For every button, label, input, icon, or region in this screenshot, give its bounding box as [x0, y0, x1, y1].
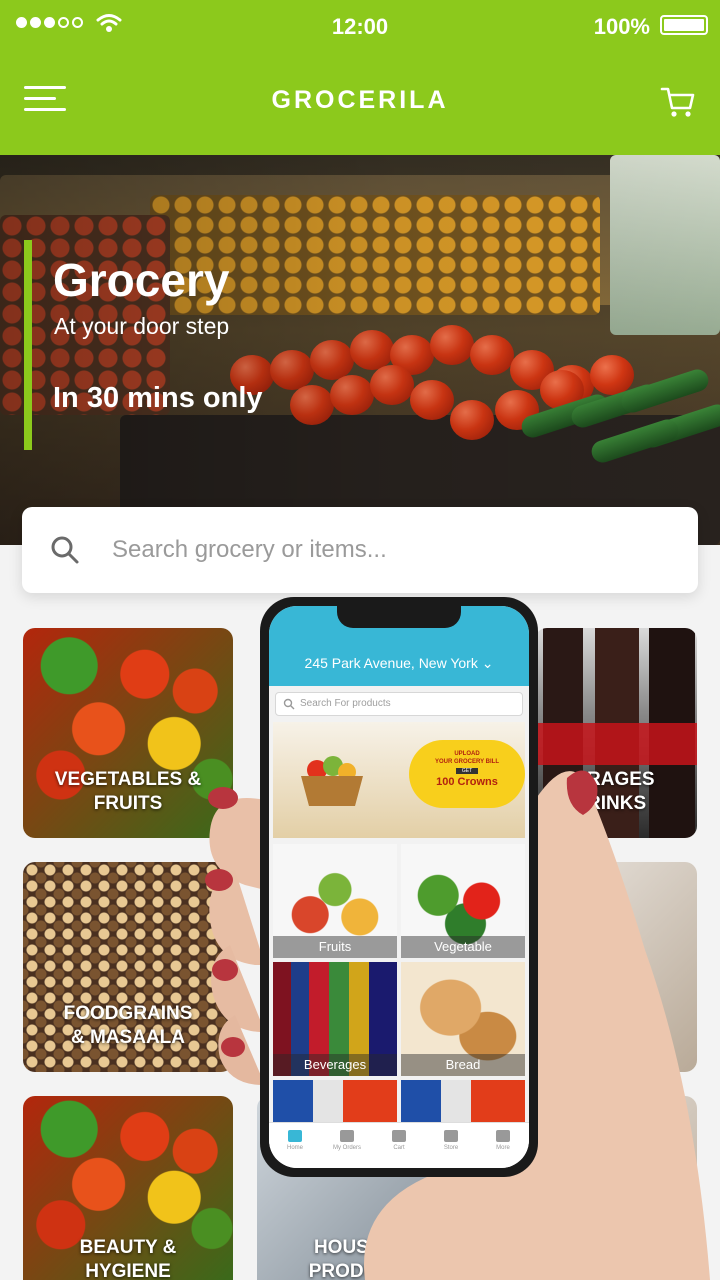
- shopping-cart-icon[interactable]: [660, 84, 696, 120]
- phone-nav-label: My Orders: [332, 1145, 361, 1151]
- phone-address: 245 Park Avenue, New York: [304, 655, 478, 671]
- phone-tile-label: Vegetable: [401, 936, 525, 958]
- battery-icon: [660, 15, 708, 35]
- phone-tile-bread[interactable]: Bread: [401, 962, 525, 1076]
- app-title: GROCERILA: [271, 86, 449, 114]
- category-label: BEAUTY &: [79, 1237, 177, 1258]
- phone-nav-store[interactable]: Store: [425, 1123, 477, 1168]
- chevron-down-icon: ⌄: [481, 655, 494, 671]
- phone-nav-label: Store: [443, 1145, 459, 1151]
- category-label: FRUITS: [93, 793, 163, 814]
- promo-line: 100 Crowns: [436, 776, 498, 788]
- basket-icon: [301, 756, 363, 806]
- phone-address-selector[interactable]: 245 Park Avenue, New York ⌄: [269, 655, 529, 672]
- search-bar[interactable]: [22, 507, 698, 593]
- promo-badge: UPLOAD YOUR GROCERY BILL GET 100 Crowns: [409, 740, 525, 808]
- search-icon: [283, 698, 295, 710]
- hero-banner[interactable]: Grocery At your door step In 30 mins onl…: [0, 155, 720, 545]
- phone-nav-label: More: [496, 1145, 510, 1151]
- hero-tagline: In 30 mins only: [53, 382, 263, 414]
- battery-percentage: 100%: [593, 14, 650, 39]
- phone-nav-home[interactable]: Home: [269, 1123, 321, 1168]
- hero-title: Grocery: [53, 254, 230, 306]
- category-beauty-hygiene[interactable]: BEAUTY & HYGIENE: [23, 1096, 233, 1280]
- phone-screen: 245 Park Avenue, New York ⌄ Search For p…: [269, 606, 529, 1168]
- phone-promo-banner[interactable]: UPLOAD YOUR GROCERY BILL GET 100 Crowns: [273, 722, 525, 838]
- tag-icon: [444, 1130, 458, 1142]
- promo-line: YOUR GROCERY BILL: [434, 759, 499, 765]
- hero-accent-bar: [24, 240, 32, 450]
- phone-nav-label: Home: [286, 1145, 303, 1151]
- phone-mockup: 245 Park Avenue, New York ⌄ Search For p…: [260, 597, 538, 1177]
- phone-tile-fruits[interactable]: Fruits: [273, 844, 397, 958]
- phone-tile-label: Fruits: [273, 936, 397, 958]
- phone-search-placeholder: Search For products: [300, 698, 391, 709]
- phone-tile-label: Bread: [401, 1054, 525, 1076]
- phone-nav-label: Cart: [393, 1145, 405, 1151]
- phone-bottom-nav: Home My Orders Cart Store More: [269, 1122, 529, 1168]
- more-icon: [496, 1130, 510, 1142]
- search-input[interactable]: [112, 529, 672, 571]
- phone-nav-my-orders[interactable]: My Orders: [321, 1123, 373, 1168]
- app-header: 12:00 100% GROCERILA: [0, 0, 720, 155]
- category-foodgrains-masaala[interactable]: FOODGRAINS & MASAALA: [23, 862, 233, 1072]
- phone-tile-vegetable[interactable]: Vegetable: [401, 844, 525, 958]
- promo-line: UPLOAD: [454, 751, 480, 757]
- status-bar: 12:00 100%: [0, 0, 720, 52]
- cart-icon: [392, 1130, 406, 1142]
- category-label: HYGIENE: [85, 1261, 171, 1280]
- phone-search-bar[interactable]: Search For products: [275, 692, 523, 716]
- phone-nav-more[interactable]: More: [477, 1123, 529, 1168]
- category-label: & MASAALA: [71, 1027, 185, 1048]
- category-label: FOODGRAINS: [63, 1003, 193, 1024]
- promo-line: GET: [456, 768, 478, 774]
- phone-tile[interactable]: [401, 1080, 525, 1122]
- phone-tile[interactable]: [273, 1080, 397, 1122]
- phone-tile-beverages[interactable]: Beverages: [273, 962, 397, 1076]
- category-vegetables-fruits[interactable]: VEGETABLES & FRUITS: [23, 628, 233, 838]
- phone-tile-label: Beverages: [273, 1054, 397, 1076]
- phone-nav-cart[interactable]: Cart: [373, 1123, 425, 1168]
- search-icon: [51, 536, 79, 564]
- category-label: VEGETABLES &: [54, 769, 202, 790]
- hero-subtitle: At your door step: [54, 313, 230, 339]
- home-icon: [288, 1130, 302, 1142]
- list-icon: [340, 1130, 354, 1142]
